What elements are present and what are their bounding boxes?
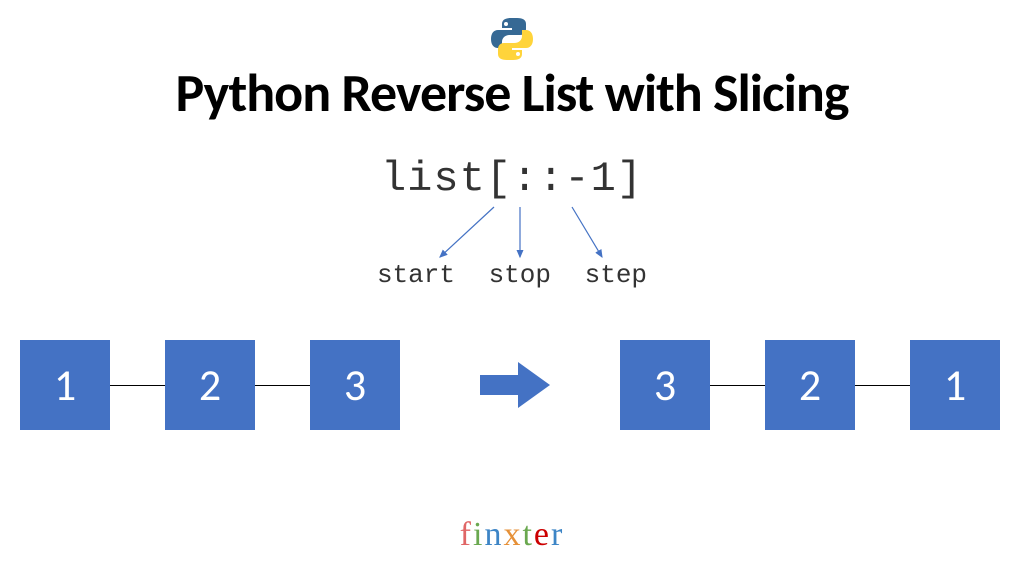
- connector: [710, 385, 765, 386]
- brand-logo: finxter: [0, 516, 1024, 554]
- slice-expression: list[::-1]: [0, 155, 1024, 203]
- node-after-1: 2: [765, 340, 855, 430]
- label-start: start: [377, 260, 455, 290]
- right-arrow-icon: [480, 362, 550, 413]
- label-step: step: [585, 260, 647, 290]
- brand-letter: n: [484, 516, 503, 553]
- page-title: Python Reverse List with Slicing: [0, 60, 1024, 126]
- node-before-2: 3: [310, 340, 400, 430]
- node-before-1: 2: [165, 340, 255, 430]
- node-after-2: 1: [910, 340, 1000, 430]
- node-before-0: 1: [20, 340, 110, 430]
- node-after-0: 3: [620, 340, 710, 430]
- brand-letter: e: [534, 516, 551, 553]
- connector: [110, 385, 165, 386]
- connector: [855, 385, 910, 386]
- label-stop: stop: [489, 260, 551, 290]
- brand-letter: t: [522, 516, 533, 553]
- brand-letter: r: [551, 516, 564, 553]
- connector: [255, 385, 310, 386]
- brand-letter: f: [460, 516, 473, 553]
- brand-letter: x: [503, 516, 522, 553]
- slice-labels: start stop step: [0, 260, 1024, 290]
- brand-letter: i: [473, 516, 484, 553]
